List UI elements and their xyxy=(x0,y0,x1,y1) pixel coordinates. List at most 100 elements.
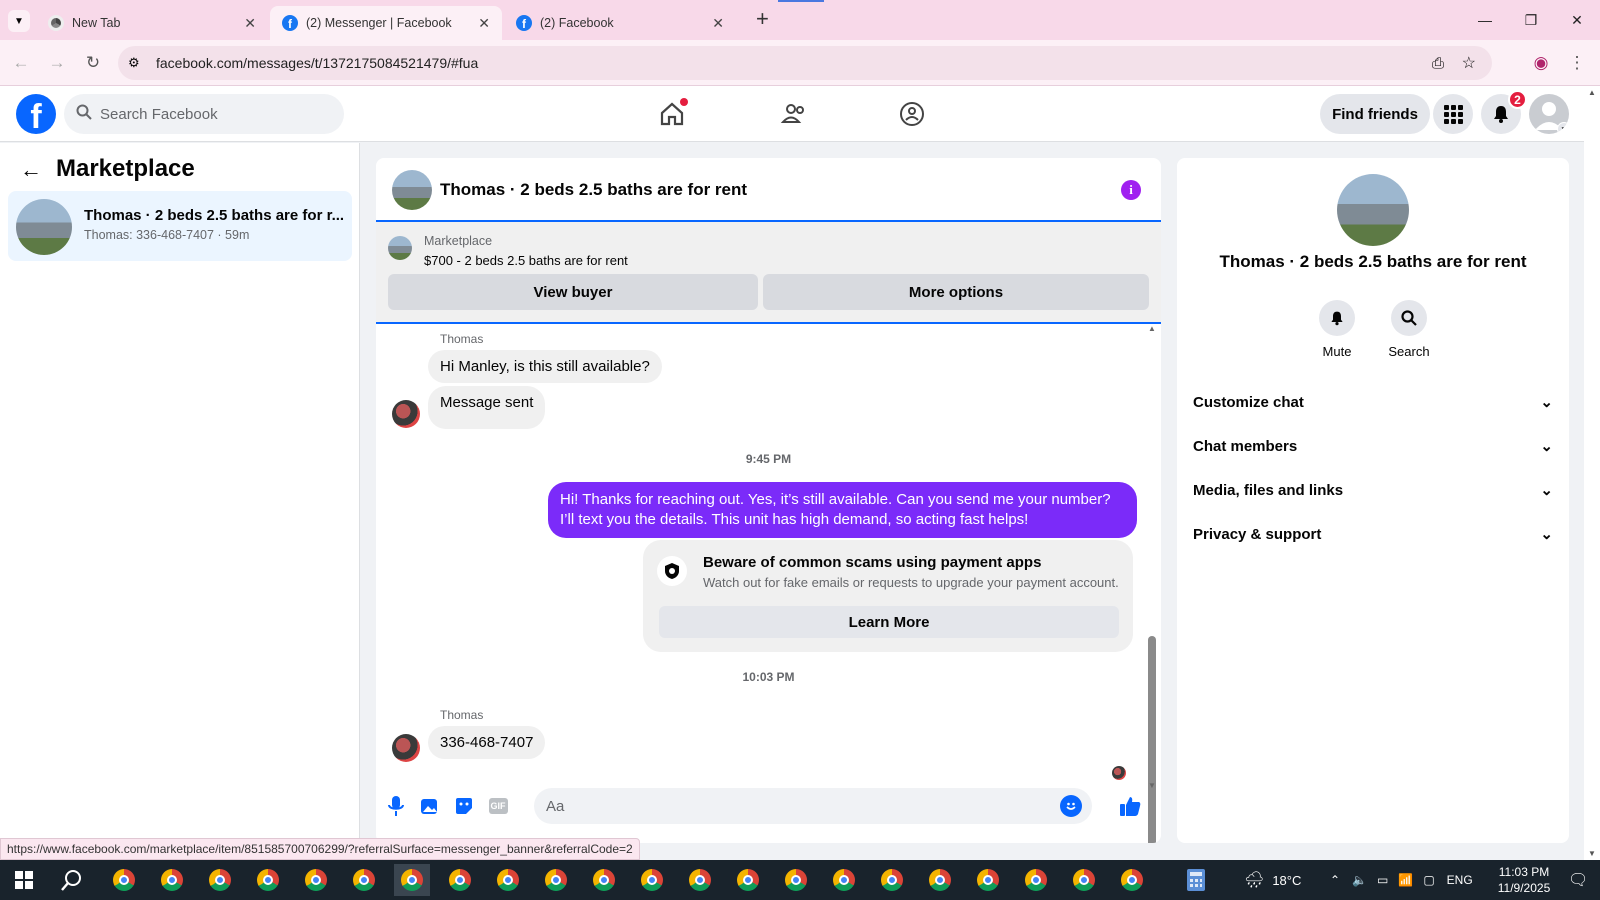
close-window-button[interactable]: ✕ xyxy=(1554,0,1600,40)
weather-temp[interactable]: 18°C xyxy=(1272,873,1301,888)
page-scrollbar[interactable]: ▲ ▼ xyxy=(1584,86,1600,860)
emoji-icon[interactable] xyxy=(1060,795,1082,817)
section-privacy-support[interactable]: Privacy & support ⌄ xyxy=(1193,514,1553,554)
chrome-icon[interactable] xyxy=(1018,864,1054,896)
scroll-down-arrow-icon[interactable]: ▼ xyxy=(1584,849,1600,858)
chrome-icon[interactable] xyxy=(634,864,670,896)
tray-overflow-icon[interactable]: ⌃ xyxy=(1330,873,1340,887)
site-info-icon[interactable]: ⚙ xyxy=(128,55,140,71)
minimize-button[interactable]: — xyxy=(1462,0,1508,40)
chat-avatar[interactable] xyxy=(392,170,432,210)
menu-kebab-icon[interactable]: ⋮ xyxy=(1564,50,1590,76)
chat-scrollbar[interactable]: ▲ ▼ xyxy=(1148,324,1156,843)
chat-title[interactable]: Thomas · 2 beds 2.5 baths are for rent xyxy=(440,180,747,200)
notifications-bell-icon[interactable]: 2 xyxy=(1481,90,1527,134)
close-tab-icon[interactable]: ✕ xyxy=(478,15,490,32)
home-icon[interactable] xyxy=(654,96,690,132)
omnibox[interactable]: ⚙ facebook.com/messages/t/13721750845214… xyxy=(118,46,1492,80)
find-friends-button[interactable]: Find friends xyxy=(1320,94,1430,134)
windows-start-icon[interactable] xyxy=(6,864,42,896)
chrome-icon[interactable] xyxy=(778,864,814,896)
chrome-icon[interactable] xyxy=(826,864,862,896)
tab-search-dropdown[interactable]: ▼ xyxy=(8,10,30,32)
conversation-item[interactable]: Thomas · 2 beds 2.5 baths are for r... T… xyxy=(8,191,352,261)
menu-grid-icon[interactable] xyxy=(1433,94,1473,134)
section-media-files-links[interactable]: Media, files and links ⌄ xyxy=(1193,470,1553,510)
weather-icon[interactable]: 🌧 xyxy=(1244,870,1264,890)
chrome-icon[interactable] xyxy=(250,864,286,896)
message-input[interactable]: Aa xyxy=(534,788,1092,824)
groups-icon[interactable] xyxy=(894,96,930,132)
chrome-icon[interactable] xyxy=(922,864,958,896)
sender-avatar[interactable] xyxy=(392,400,420,428)
clock[interactable]: 11:03 PM 11/9/2025 xyxy=(1480,864,1568,896)
windows-taskbar: 🌧 18°C ⌃ 🔈 ▭ 📶 ▢ ENG 11:03 PM 11/9/2025 … xyxy=(0,860,1600,900)
chrome-icon-active[interactable] xyxy=(394,864,430,896)
microphone-icon[interactable] xyxy=(384,794,408,818)
scroll-up-arrow-icon[interactable]: ▲ xyxy=(1148,324,1156,333)
tab-messenger[interactable]: f (2) Messenger | Facebook ✕ xyxy=(270,6,502,40)
thumbs-up-icon[interactable] xyxy=(1116,792,1144,820)
search-icon[interactable] xyxy=(54,864,90,896)
account-avatar[interactable]: ▼ xyxy=(1529,94,1569,134)
learn-more-button[interactable]: Learn More xyxy=(659,606,1119,638)
friends-icon[interactable] xyxy=(776,96,812,132)
bookmark-star-icon[interactable]: ☆ xyxy=(1462,53,1476,73)
install-app-icon[interactable]: ⎙ xyxy=(1432,55,1444,72)
sender-name: Thomas xyxy=(440,332,484,346)
section-chat-members[interactable]: Chat members ⌄ xyxy=(1193,426,1553,466)
volume-icon[interactable]: 🔈 xyxy=(1352,873,1367,887)
photo-icon[interactable] xyxy=(418,794,442,818)
display-icon[interactable]: ▢ xyxy=(1423,873,1434,887)
battery-icon[interactable]: ▭ xyxy=(1377,873,1388,887)
search-conversation-button[interactable]: Search xyxy=(1379,300,1439,359)
chrome-icon[interactable] xyxy=(874,864,910,896)
message-composer: GIF Aa xyxy=(376,780,1161,840)
forward-button[interactable]: → xyxy=(44,50,70,76)
tab-new-tab[interactable]: New Tab ✕ xyxy=(36,6,268,40)
scroll-up-arrow-icon[interactable]: ▲ xyxy=(1584,88,1600,97)
section-label: Customize chat xyxy=(1193,393,1304,411)
more-options-button[interactable]: More options xyxy=(763,274,1149,310)
mute-button[interactable]: Mute xyxy=(1307,300,1367,359)
chat-info-title: Thomas · 2 beds 2.5 baths are for rent xyxy=(1219,252,1527,271)
back-button[interactable]: ← xyxy=(8,50,34,76)
chrome-icon[interactable] xyxy=(730,864,766,896)
language-indicator[interactable]: ENG xyxy=(1447,873,1473,887)
chrome-icon[interactable] xyxy=(1066,864,1102,896)
wifi-icon[interactable]: 📶 xyxy=(1398,873,1413,887)
chrome-icon[interactable] xyxy=(490,864,526,896)
sender-avatar[interactable] xyxy=(392,734,420,762)
chrome-icon[interactable] xyxy=(298,864,334,896)
chrome-icon[interactable] xyxy=(106,864,142,896)
tab-facebook[interactable]: f (2) Facebook ✕ xyxy=(504,6,736,40)
maximize-button[interactable]: ❐ xyxy=(1508,0,1554,40)
marketplace-banner[interactable]: Marketplace $700 - 2 beds 2.5 baths are … xyxy=(376,222,1161,324)
back-arrow-icon[interactable]: ← xyxy=(20,157,42,183)
info-icon[interactable]: i xyxy=(1121,180,1141,200)
profile-icon[interactable]: ◉ xyxy=(1528,50,1554,76)
url-text: facebook.com/messages/t/1372175084521479… xyxy=(156,55,479,71)
search-box[interactable]: Search Facebook xyxy=(64,94,344,134)
facebook-logo[interactable]: f xyxy=(16,94,56,134)
chrome-icon[interactable] xyxy=(538,864,574,896)
notification-center-icon[interactable]: 🗨 xyxy=(1568,860,1588,900)
section-customize-chat[interactable]: Customize chat ⌄ xyxy=(1193,382,1553,422)
chrome-icon[interactable] xyxy=(682,864,718,896)
close-tab-icon[interactable]: ✕ xyxy=(712,15,724,32)
chrome-icon[interactable] xyxy=(586,864,622,896)
chrome-icon[interactable] xyxy=(442,864,478,896)
chrome-icon[interactable] xyxy=(970,864,1006,896)
new-tab-button[interactable]: + xyxy=(756,6,769,32)
chrome-icon xyxy=(48,15,64,31)
close-tab-icon[interactable]: ✕ xyxy=(244,15,256,32)
reload-button[interactable]: ↻ xyxy=(80,50,106,76)
chrome-icon[interactable] xyxy=(346,864,382,896)
gif-icon[interactable]: GIF xyxy=(486,794,510,818)
chrome-icon[interactable] xyxy=(154,864,190,896)
sticker-icon[interactable] xyxy=(452,794,476,818)
calculator-icon[interactable] xyxy=(1178,864,1214,896)
chrome-icon[interactable] xyxy=(1114,864,1150,896)
view-buyer-button[interactable]: View buyer xyxy=(388,274,758,310)
chrome-icon[interactable] xyxy=(202,864,238,896)
